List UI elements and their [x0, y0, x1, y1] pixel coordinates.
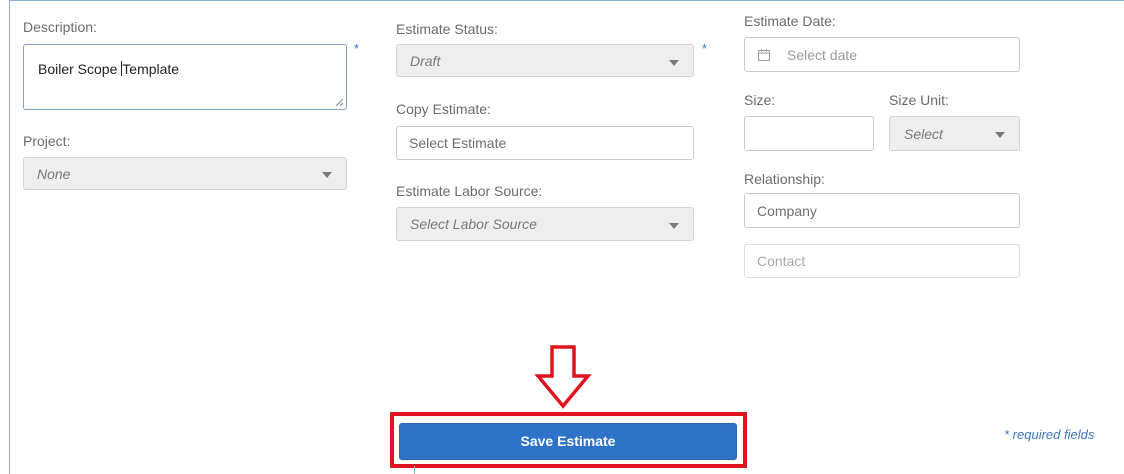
chevron-down-icon [995, 132, 1005, 138]
required-fields-note: * required fields [1004, 427, 1095, 442]
size-unit-placeholder: Select [904, 125, 943, 142]
copy-estimate-label: Copy Estimate: [396, 101, 491, 117]
estimate-status-select[interactable]: Draft [396, 44, 694, 77]
contact-input[interactable]: Contact [744, 244, 1020, 278]
size-unit-label: Size Unit: [889, 92, 949, 108]
project-label: Project: [23, 133, 71, 149]
labor-source-placeholder: Select Labor Source [410, 216, 537, 232]
labor-source-select[interactable]: Select Labor Source [396, 207, 694, 241]
estimate-date-label: Estimate Date: [744, 13, 836, 29]
project-select[interactable]: None [23, 157, 347, 190]
resize-handle-icon[interactable] [335, 98, 343, 106]
description-label: Description: [23, 19, 97, 35]
size-label: Size: [744, 92, 776, 108]
labor-source-label: Estimate Labor Source: [396, 183, 543, 199]
estimate-status-value: Draft [410, 52, 441, 69]
contact-placeholder: Contact [757, 253, 806, 269]
description-textarea[interactable]: Boiler Scope Template [23, 44, 347, 110]
description-value: Boiler Scope Template [38, 61, 180, 77]
copy-estimate-placeholder: Select Estimate [409, 135, 507, 151]
chevron-down-icon [322, 172, 332, 178]
estimate-status-required-mark: * [702, 41, 708, 56]
project-value: None [37, 165, 71, 182]
size-unit-select[interactable]: Select [889, 116, 1020, 151]
copy-estimate-input[interactable]: Select Estimate [396, 126, 694, 160]
company-input[interactable]: Company [744, 193, 1020, 228]
description-required-mark: * [354, 41, 360, 56]
estimate-status-label: Estimate Status: [396, 21, 498, 37]
save-estimate-button[interactable]: Save Estimate [399, 423, 737, 460]
calendar-icon [758, 49, 770, 61]
estimate-date-input[interactable]: Select date [744, 37, 1020, 72]
company-placeholder: Company [757, 202, 817, 219]
chevron-down-icon [669, 60, 679, 66]
down-arrow-icon [534, 345, 592, 409]
chevron-down-icon [669, 223, 679, 229]
relationship-label: Relationship: [744, 171, 825, 187]
estimate-date-placeholder: Select date [787, 46, 858, 63]
divider [414, 466, 415, 474]
size-input[interactable] [744, 116, 874, 151]
